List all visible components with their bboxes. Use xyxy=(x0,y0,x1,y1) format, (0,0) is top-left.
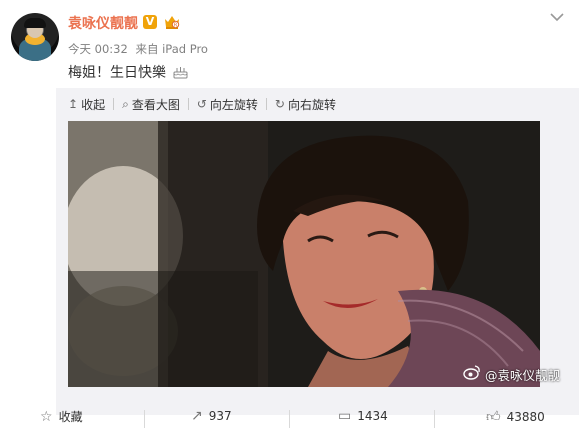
toolbar-divider xyxy=(265,98,267,110)
like-button[interactable]: 👍︎ 43880 xyxy=(486,408,545,425)
weibo-logo-icon xyxy=(463,365,480,380)
like-count: 43880 xyxy=(506,409,545,424)
username[interactable]: 袁咏仪靓靓 xyxy=(68,13,138,33)
post-time[interactable]: 今天 00:32 xyxy=(68,42,128,56)
chevron-down-icon[interactable] xyxy=(549,10,565,24)
toolbar-divider xyxy=(187,98,189,110)
rotate-left-icon: ↺ xyxy=(196,97,207,111)
birthday-cake-icon xyxy=(173,67,188,79)
repost-count: 937 xyxy=(208,409,232,423)
view-large-label: 查看大图 xyxy=(131,97,180,112)
photo-illustration xyxy=(68,121,540,387)
collapse-button[interactable]: ↥ 收起 xyxy=(68,96,105,113)
comment-icon: ▭ xyxy=(338,408,352,424)
search-icon: ⌕ xyxy=(122,96,129,111)
avatar-hair xyxy=(24,18,46,28)
avatar[interactable] xyxy=(11,13,59,61)
post-photo[interactable] xyxy=(68,121,540,387)
rotate-right-icon: ↻ xyxy=(274,97,285,111)
rotate-right-label: 向右旋转 xyxy=(287,97,336,112)
rotate-left-label: 向左旋转 xyxy=(209,97,258,112)
thumbs-up-icon: 👍︎ xyxy=(486,409,501,425)
comment-button[interactable]: ▭ 1434 xyxy=(338,408,388,424)
verified-badge-icon[interactable]: V xyxy=(143,15,157,29)
comment-count: 1434 xyxy=(357,409,388,423)
toolbar-divider xyxy=(113,98,115,110)
star-icon: ☆ xyxy=(40,408,53,425)
action-divider xyxy=(144,410,145,428)
post-text: 梅姐！生日快樂 xyxy=(68,63,189,83)
repost-icon: ↗ xyxy=(191,408,203,424)
repost-button[interactable]: ↗ 937 xyxy=(191,408,232,424)
rotate-left-button[interactable]: ↺ 向左旋转 xyxy=(197,96,258,113)
favorite-button[interactable]: ☆ 收藏 xyxy=(40,408,83,425)
image-toolbar: ↥ 收起 ⌕ 查看大图 ↺ 向左旋转 ↻ 向右旋转 xyxy=(68,95,336,113)
view-large-button[interactable]: ⌕ 查看大图 xyxy=(122,96,180,113)
action-divider xyxy=(289,410,290,428)
post-meta: 今天 00:32 来自 iPad Pro xyxy=(68,41,212,57)
photo-watermark: @袁咏仪靓靓 xyxy=(485,368,561,383)
collapse-icon: ↥ xyxy=(68,97,79,111)
action-bar: ☆ 收藏 ↗ 937 ▭ 1434 👍︎ 43880 xyxy=(0,404,579,432)
collapse-label: 收起 xyxy=(81,97,106,112)
post-source[interactable]: 来自 iPad Pro xyxy=(135,42,208,56)
svg-text:R: R xyxy=(174,22,178,28)
crown-icon[interactable]: R xyxy=(163,13,181,30)
rotate-right-button[interactable]: ↻ 向右旋转 xyxy=(275,96,336,113)
favorite-label: 收藏 xyxy=(58,410,83,424)
post-text-content: 梅姐！生日快樂 xyxy=(68,65,166,81)
action-divider xyxy=(434,410,435,428)
